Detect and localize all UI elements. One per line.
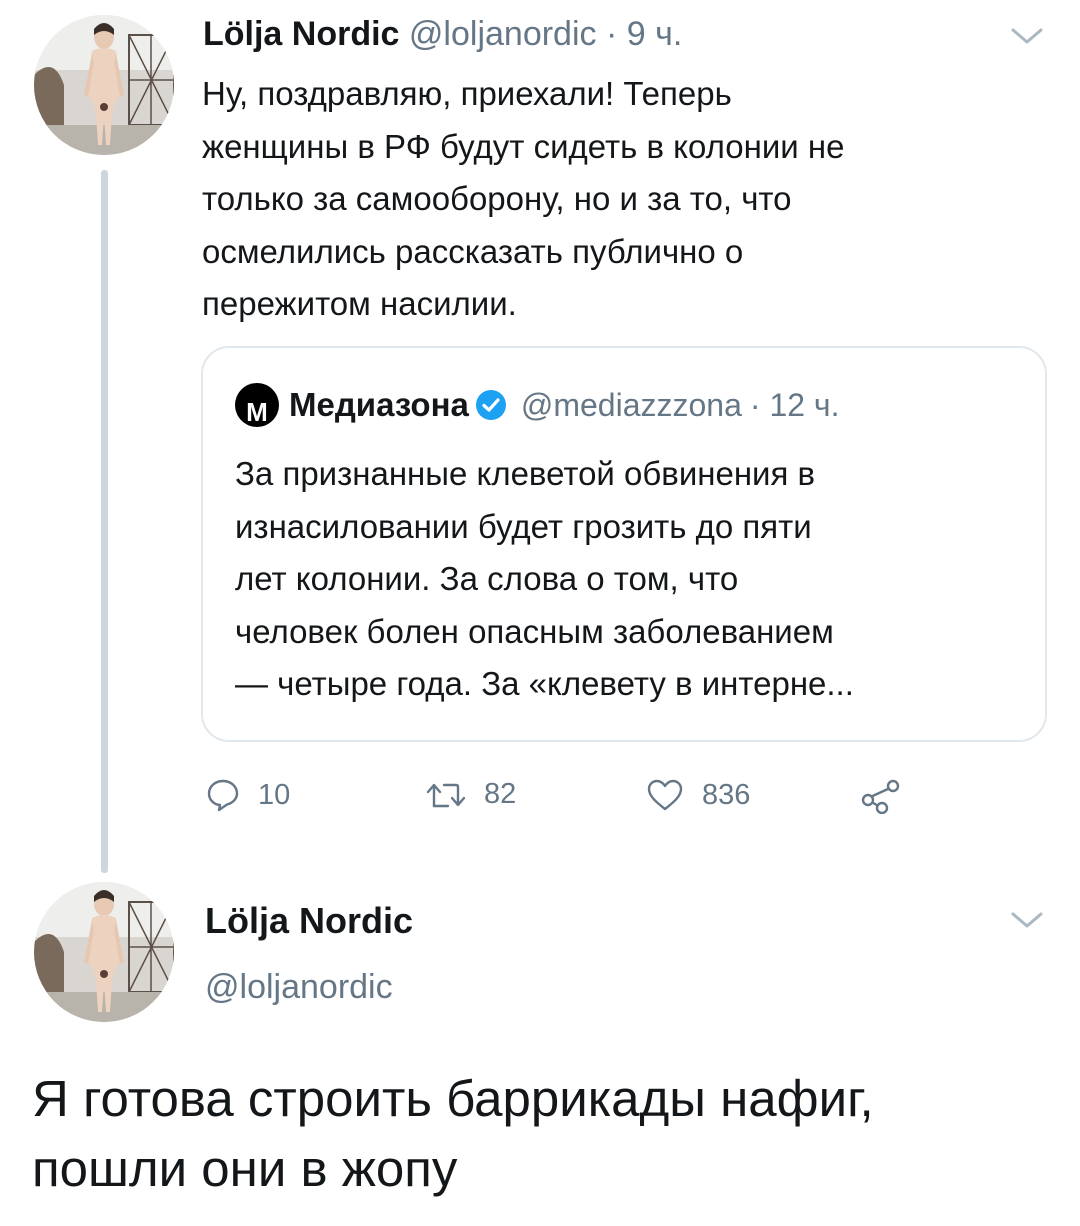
tweet-action-bar: 10 82 836 — [0, 778, 1080, 822]
author-handle[interactable]: @loljanordic — [409, 15, 597, 53]
reply-icon — [207, 779, 239, 812]
quoted-tweet-time: · 12 ч. — [749, 386, 840, 423]
tweet-header: Lölja Nordic @loljanordic · 9 ч. — [203, 14, 682, 54]
reply-text-line: Я готова строить баррикады нафиг, — [32, 1070, 874, 1127]
chevron-down-icon[interactable] — [1010, 26, 1044, 46]
reply-count: 10 — [258, 778, 291, 811]
quoted-tweet-header: М Медиазона @mediazzzona · 12 ч. — [235, 382, 839, 428]
avatar-photo — [34, 15, 174, 155]
like-count: 836 — [702, 778, 751, 811]
quoted-text-line: человек болен опасным заболеванием — [235, 612, 834, 650]
quoted-author-handle: @mediazzzona — [520, 386, 742, 423]
quoted-tweet-card[interactable]: М Медиазона @mediazzzona · 12 ч. За приз… — [201, 346, 1047, 742]
verified-badge-icon — [475, 390, 506, 420]
thread-connector-line — [101, 170, 108, 873]
like-button[interactable]: 836 — [646, 778, 750, 812]
share-icon — [861, 779, 900, 814]
author-name[interactable]: Lölja Nordic — [203, 15, 399, 53]
quoted-author-name: Медиазона — [289, 386, 469, 423]
quoted-text-line: — четыре года. За «клевету в интерне... — [235, 665, 854, 702]
reply-author-avatar[interactable] — [34, 882, 174, 1022]
reply-button[interactable]: 10 — [206, 778, 290, 812]
tweet-text-line: пережитом насилии. — [202, 285, 517, 322]
reply-author-name[interactable]: Lölja Nordic — [205, 900, 413, 942]
mediazona-logo-letter: М — [246, 397, 268, 427]
reply-text-line: пошли они в жопу — [32, 1140, 458, 1197]
share-button[interactable] — [860, 778, 920, 814]
quoted-text-line: изнасиловании будет грозить до пяти — [235, 507, 812, 545]
quoted-text-line: лет колонии. За слова о том, что — [235, 560, 739, 597]
retweet-button[interactable]: 82 — [426, 778, 516, 811]
tweet-text-line: женщины в РФ будут сидеть в колонии не — [202, 127, 845, 165]
like-icon — [647, 779, 683, 811]
chevron-down-icon[interactable] — [1010, 910, 1044, 930]
retweet-count: 82 — [484, 778, 517, 810]
avatar-photo — [34, 882, 174, 1022]
tweet-text-line: только за самооборону, но и за то, что — [202, 180, 792, 217]
tweet-text: Ну, поздравляю, приехали! Теперь женщины… — [202, 68, 1062, 331]
quoted-text-line: За признанные клеветой обвинения в — [235, 455, 816, 492]
tweet-time[interactable]: · 9 ч. — [606, 15, 682, 53]
reply-author-handle[interactable]: @loljanordic — [205, 968, 393, 1007]
mediazona-logo: М — [235, 383, 279, 427]
tweet-text-line: осмелились рассказать публично о — [202, 232, 744, 270]
tweet-text-line: Ну, поздравляю, приехали! Теперь — [202, 75, 732, 112]
reply-tweet-text: Я готова строить баррикады нафиг, пошли … — [32, 1064, 1062, 1204]
quoted-tweet-text: За признанные клеветой обвинения в изнас… — [235, 448, 1035, 711]
retweet-icon — [426, 783, 466, 807]
author-avatar[interactable] — [34, 15, 174, 155]
